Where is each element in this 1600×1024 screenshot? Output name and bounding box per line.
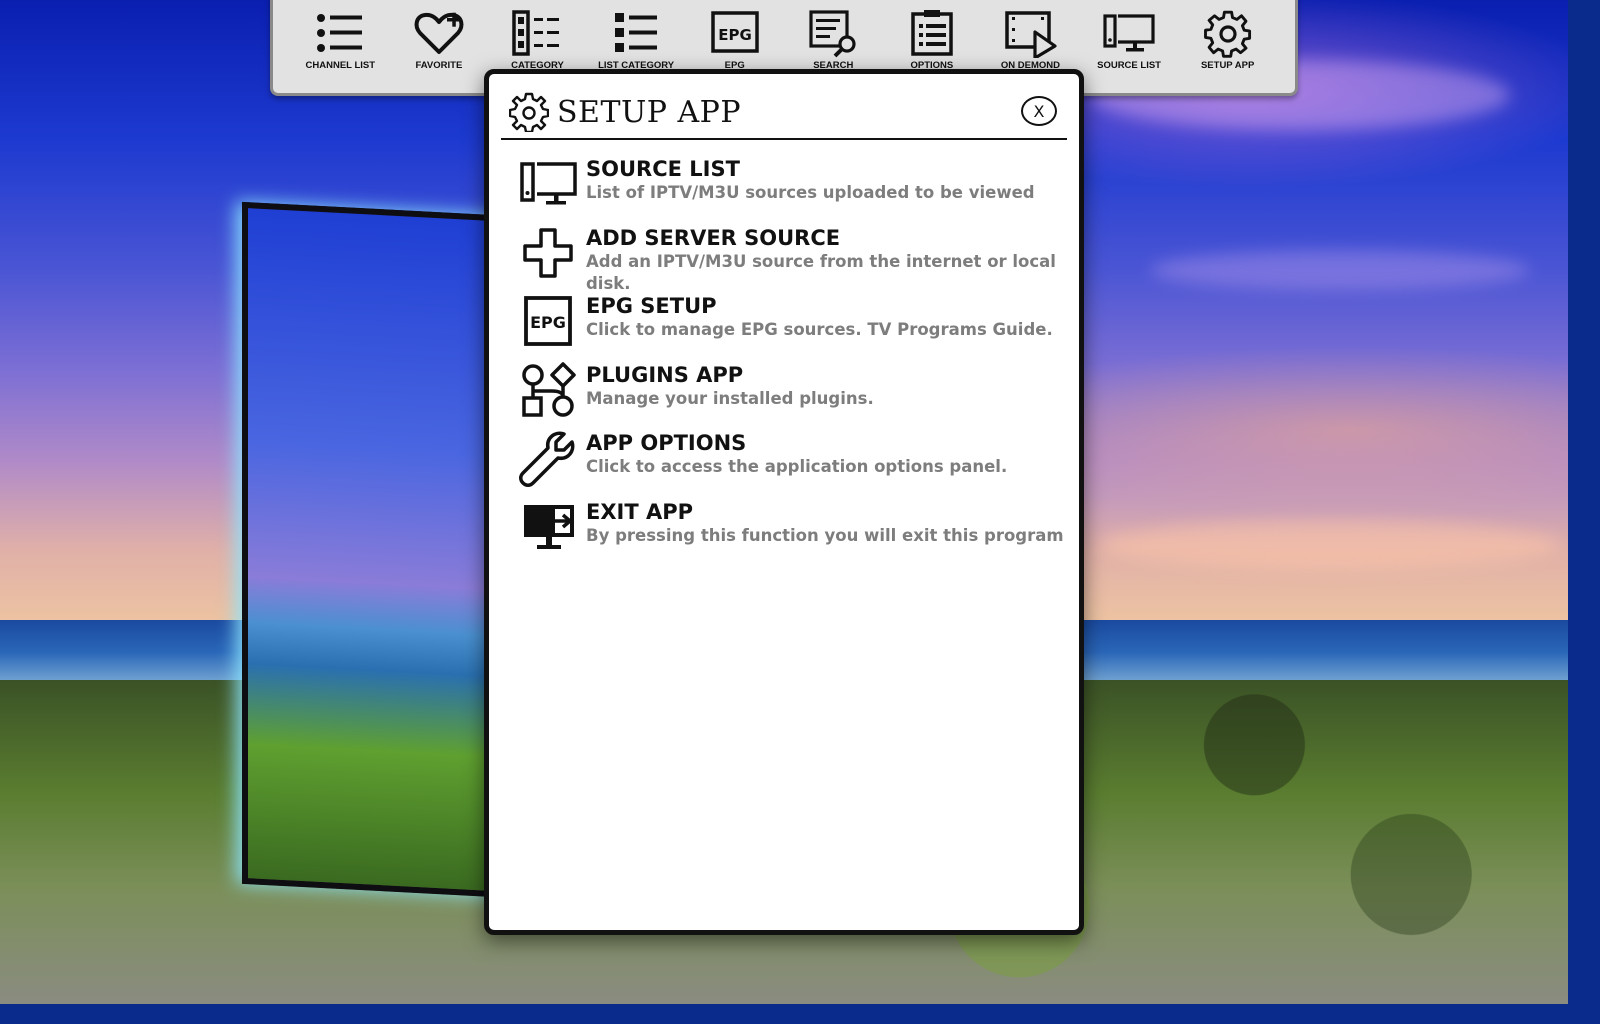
film-play-icon bbox=[1005, 11, 1058, 58]
setup-menu: SOURCE LIST List of IPTV/M3U sources upl… bbox=[519, 156, 1069, 568]
monitor-icon bbox=[1103, 14, 1155, 52]
menu-item-title: EXIT APP bbox=[586, 499, 694, 524]
cloud bbox=[1100, 520, 1560, 570]
toolbar-list-category[interactable]: LIST CATEGORY bbox=[588, 8, 684, 71]
menu-item-epg-setup[interactable]: EPG EPG SETUP Click to manage EPG source… bbox=[519, 293, 1069, 362]
menu-item-add-server-source[interactable]: ADD SERVER SOURCE Add an IPTV/M3U source… bbox=[519, 225, 1069, 294]
setup-app-dialog: SETUP APP X SOURCE LIST List of IPTV/M3U… bbox=[484, 69, 1084, 935]
clipboard-icon bbox=[911, 10, 953, 56]
menu-item-description: Add an IPTV/M3U source from the internet… bbox=[586, 251, 1056, 293]
toolbar-channel-list[interactable]: CHANNEL LIST bbox=[292, 8, 388, 71]
dialog-header: SETUP APP X bbox=[501, 86, 1067, 140]
toolbar-label: SOURCE LIST bbox=[1097, 60, 1161, 71]
exit-monitor-icon bbox=[524, 504, 574, 549]
toolbar-options[interactable]: OPTIONS bbox=[884, 8, 980, 71]
menu-item-title: SOURCE LIST bbox=[586, 157, 740, 181]
shapes-icon bbox=[522, 362, 576, 417]
svg-text:EPG: EPG bbox=[530, 313, 566, 332]
menu-item-description: By pressing this function you will exit … bbox=[586, 525, 1064, 545]
toolbar-on-demond[interactable]: ON DEMOND bbox=[982, 8, 1078, 71]
toolbar-source-list[interactable]: SOURCE LIST bbox=[1081, 8, 1177, 71]
toolbar-label: FAVORITE bbox=[415, 60, 463, 71]
menu-item-title: APP OPTIONS bbox=[586, 431, 747, 456]
monitor-icon bbox=[520, 162, 577, 205]
menu-item-app-options[interactable]: APP OPTIONS Click to access the applicat… bbox=[519, 430, 1069, 499]
toolbar-label: CHANNEL LIST bbox=[305, 60, 376, 71]
menu-item-title: EPG SETUP bbox=[586, 294, 717, 319]
menu-item-title: PLUGINS APP bbox=[586, 362, 744, 387]
gear-icon bbox=[509, 92, 549, 132]
epg-icon: EPG bbox=[710, 11, 759, 53]
toolbar-label: SETUP APP bbox=[1200, 60, 1255, 71]
toolbar-search[interactable]: SEARCH bbox=[785, 8, 881, 71]
toolbar-favorite[interactable]: FAVORITE bbox=[391, 8, 487, 71]
category-icon bbox=[512, 10, 560, 56]
menu-item-title: ADD SERVER SOURCE bbox=[586, 225, 841, 250]
toolbar-epg[interactable]: EPG EPG bbox=[687, 8, 783, 71]
menu-item-description: Manage your installed plugins. bbox=[586, 388, 874, 408]
list-icon bbox=[317, 14, 363, 52]
heart-plus-icon bbox=[414, 12, 464, 54]
toolbar-category[interactable]: CATEGORY bbox=[489, 8, 585, 71]
svg-text:EPG: EPG bbox=[718, 26, 752, 44]
gear-icon bbox=[1203, 10, 1251, 58]
menu-item-source-list[interactable]: SOURCE LIST List of IPTV/M3U sources upl… bbox=[519, 156, 1069, 225]
cloud bbox=[1150, 250, 1530, 290]
close-button[interactable]: X bbox=[1021, 96, 1057, 126]
menu-item-description: Click to access the application options … bbox=[586, 457, 1008, 477]
menu-item-description: Click to manage EPG sources. TV Programs… bbox=[586, 320, 1053, 340]
search-icon bbox=[809, 10, 856, 58]
dialog-title: SETUP APP bbox=[557, 94, 742, 130]
menu-item-exit-app[interactable]: EXIT APP By pressing this function you w… bbox=[519, 499, 1069, 568]
menu-item-description: List of IPTV/M3U sources uploaded to be … bbox=[586, 183, 1035, 202]
menu-item-plugins-app[interactable]: PLUGINS APP Manage your installed plugin… bbox=[519, 362, 1069, 431]
wrench-icon bbox=[519, 431, 575, 488]
list-category-icon bbox=[615, 13, 658, 52]
toolbar-setup-app[interactable]: SETUP APP bbox=[1180, 8, 1276, 71]
plus-icon bbox=[523, 227, 573, 278]
epg-icon: EPG bbox=[524, 296, 572, 347]
